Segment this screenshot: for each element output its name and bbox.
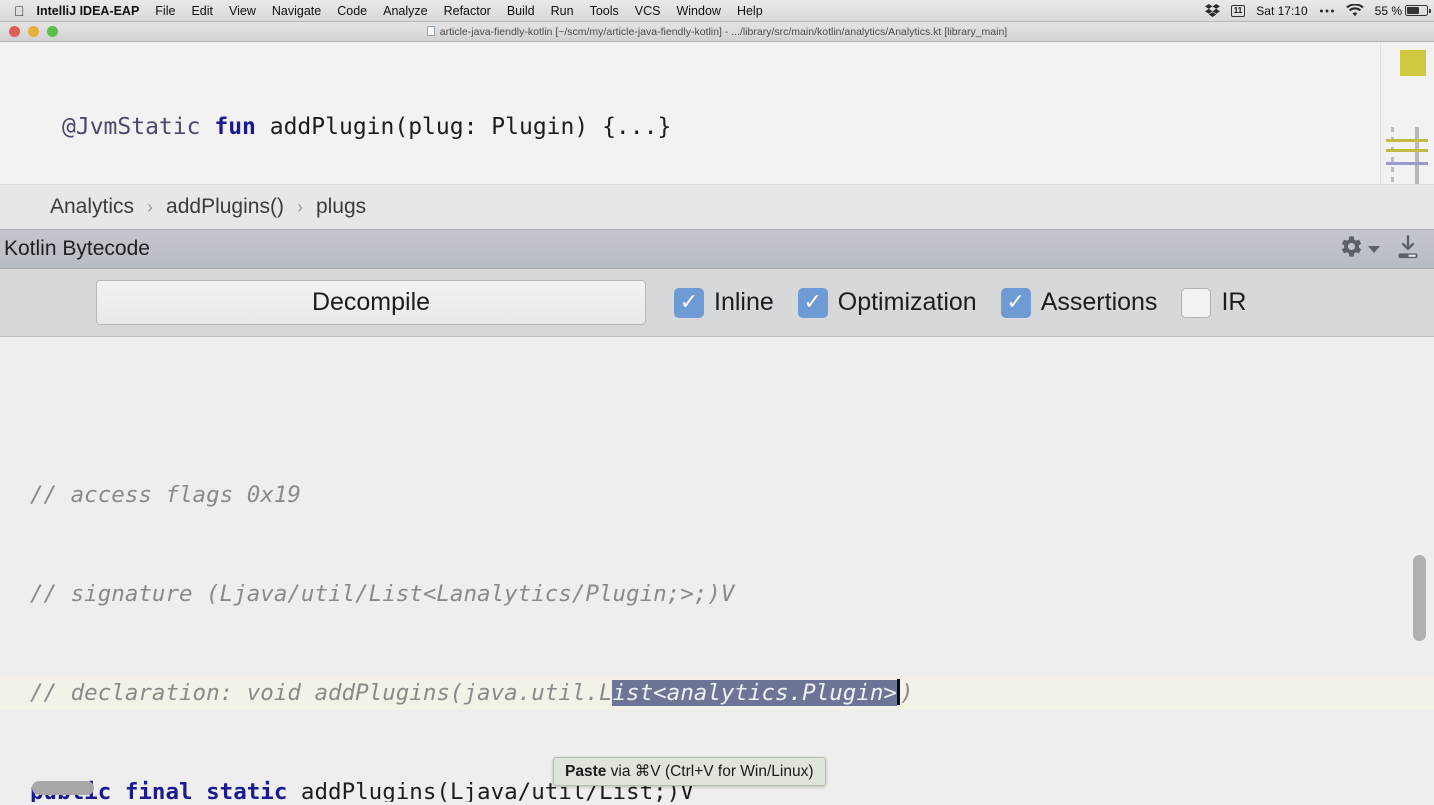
gear-icon[interactable] [1337,233,1364,265]
bytecode-options-group: ✓ Inline ✓ Optimization ✓ Assertions IR [674,287,1247,318]
menu-item-file[interactable]: File [155,4,175,18]
checkbox-inline[interactable]: ✓ Inline [674,287,774,318]
download-icon [1398,234,1418,258]
menu-item-edit[interactable]: Edit [191,4,213,18]
export-button[interactable] [1394,233,1422,266]
bytecode-text[interactable]: // access flags 0x19 // signature (Ljava… [0,403,1434,802]
menu-item-tools[interactable]: Tools [590,4,619,18]
keyword-fun: fun [214,114,256,140]
breadcrumb-item-analytics[interactable]: Analytics [50,195,134,219]
window-title-bar: article-java-fiendly-kotlin [~/scm/my/ar… [0,22,1434,42]
kotlin-bytecode-toolwindow-header: Kotlin Bytecode [0,229,1434,269]
checkbox-optimization-label: Optimization [837,288,977,316]
chevron-right-icon-1: › [147,196,154,217]
menu-app-name[interactable]: IntelliJ IDEA-EAP [37,4,140,18]
toolwindow-title: Kotlin Bytecode [4,237,150,260]
check-icon-inline: ✓ [679,289,699,315]
bytecode-comment-signature: // signature (Ljava/util/List<Lanalytics… [30,581,735,607]
menu-item-help[interactable]: Help [737,4,763,18]
wifi-icon[interactable] [1345,4,1364,17]
menu-item-analyze[interactable]: Analyze [383,4,427,18]
battery-percent-label: 55 % [1374,3,1402,18]
menu-item-vcs[interactable]: VCS [635,4,661,18]
bytecode-output-view[interactable]: // access flags 0x19 // signature (Ljava… [0,337,1434,802]
breadcrumb-item-plugs[interactable]: plugs [316,195,366,219]
bytecode-toolbar: Decompile ✓ Inline ✓ Optimization ✓ Asse… [0,269,1434,337]
annotation-jvmstatic: @JvmStatic [62,114,201,140]
apple-logo-icon[interactable]:  [14,4,25,18]
minimap-change-markers [1391,127,1394,184]
checkbox-inline-label: Inline [714,288,774,316]
checkbox-assertions-box[interactable]: ✓ [1000,287,1031,318]
minimap-marker-3 [1386,162,1428,165]
bytecode-selected-text[interactable]: ist<analytics.Plugin> [612,680,897,706]
menu-item-window[interactable]: Window [676,4,720,18]
bytecode-line-access-flags[interactable]: // access flags 0x19 [30,479,1434,512]
checkbox-ir[interactable]: IR [1181,287,1247,318]
chevron-right-icon-2: › [296,196,303,217]
menu-bar-clock[interactable]: Sat 17:10 [1256,4,1307,18]
dropbox-icon[interactable] [1204,3,1220,18]
tooltip-action-label: Paste [565,763,607,780]
window-title: article-java-fiendly-kotlin [~/scm/my/ar… [0,25,1434,38]
minimap-caret-bar [1415,127,1419,184]
paste-tooltip: Paste via ⌘V (Ctrl+V for Win/Linux) [553,757,826,786]
checkbox-optimization[interactable]: ✓ Optimization [797,287,977,318]
menu-item-refactor[interactable]: Refactor [444,4,491,18]
code-line-addplugin[interactable]: @JvmStatic fun addPlugin(plug: Plugin) {… [0,110,1380,144]
bytecode-horizontal-scrollbar[interactable] [32,781,94,795]
breadcrumb[interactable]: Analytics › addPlugins() › plugs [0,184,1434,229]
breadcrumb-item-addplugins[interactable]: addPlugins() [166,195,284,219]
menu-item-build[interactable]: Build [507,4,535,18]
bytecode-line-declaration[interactable]: // declaration: void addPlugins(java.uti… [0,677,1434,710]
chevron-down-icon[interactable] [1368,245,1380,253]
battery-icon [1405,5,1431,16]
bytecode-comment-access-flags: // access flags 0x19 [30,482,301,508]
tooltip-shortcut-label: via ⌘V (Ctrl+V for Win/Linux) [606,763,814,780]
minimap-marker-2 [1386,149,1428,152]
bytecode-declaration-suffix: ) [899,680,914,706]
menu-item-navigate[interactable]: Navigate [272,4,321,18]
checkbox-ir-label: IR [1221,288,1247,316]
checkbox-optimization-box[interactable]: ✓ [797,287,828,318]
battery-status[interactable]: 55 % [1374,3,1431,18]
checkbox-inline-box[interactable]: ✓ [674,287,704,318]
macos-menu-bar:  IntelliJ IDEA-EAP File Edit View Navig… [0,0,1434,22]
code-editor-pane[interactable]: @JvmStatic fun addPlugin(plug: Plugin) {… [0,42,1434,184]
checkbox-assertions[interactable]: ✓ Assertions [1000,287,1158,318]
document-icon [426,25,435,36]
code-editor-text[interactable]: @JvmStatic fun addPlugin(plug: Plugin) {… [0,42,1380,184]
menu-bar-status-area: 11 Sat 17:10 55 % [1194,0,1431,21]
warning-marker-icon[interactable] [1400,50,1426,76]
checkbox-ir-box[interactable] [1181,287,1212,318]
bytecode-line-signature[interactable]: // signature (Ljava/util/List<Lanalytics… [30,578,1434,611]
menu-item-run[interactable]: Run [551,4,574,18]
check-icon-optimization: ✓ [803,289,822,315]
bytecode-comment-declaration: // declaration: void addPlugins(java.uti… [30,680,613,706]
menu-item-code[interactable]: Code [337,4,367,18]
minimap-marker-1 [1386,139,1428,142]
menu-item-view[interactable]: View [229,4,256,18]
editor-gutter-minimap[interactable] [1380,42,1434,184]
window-title-text: article-java-fiendly-kotlin [~/scm/my/ar… [439,25,1008,38]
checkbox-assertions-label: Assertions [1040,288,1158,316]
ellipsis-icon[interactable] [1319,8,1335,14]
settings-button[interactable] [1337,233,1380,265]
code-addplugin-signature: addPlugin(plug: Plugin) {...} [255,114,672,140]
bytecode-vertical-scrollbar[interactable] [1413,555,1426,641]
check-icon-assertions: ✓ [1006,289,1025,315]
toolwindow-actions [1337,230,1422,268]
date-badge[interactable]: 11 [1230,4,1246,17]
decompile-button[interactable]: Decompile [96,280,646,325]
